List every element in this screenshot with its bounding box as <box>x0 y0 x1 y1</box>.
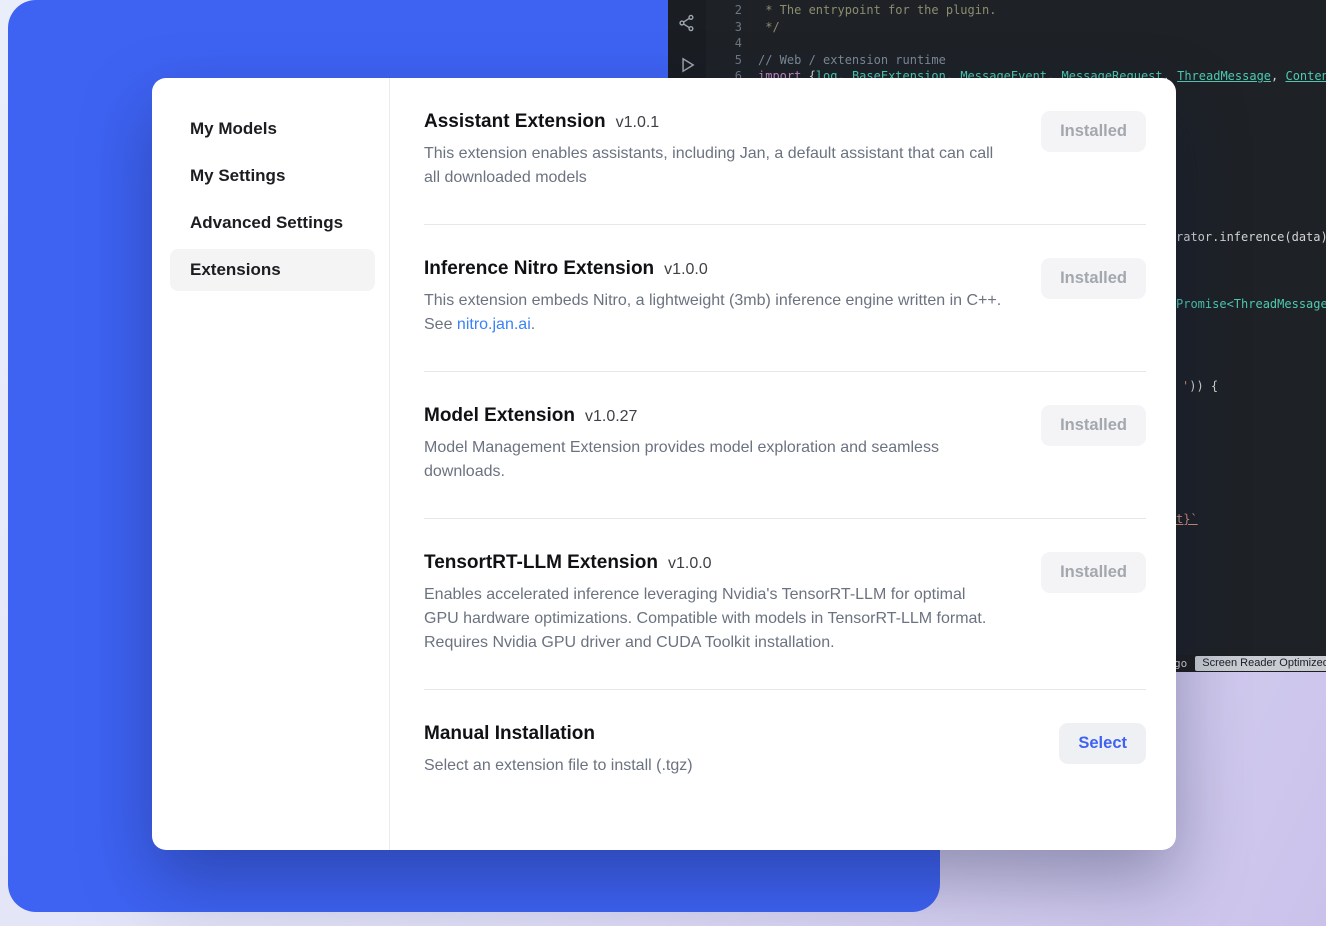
code-fragment: Promise<ThreadMessage> <box>1176 297 1326 311</box>
run-debug-icon[interactable] <box>678 56 696 74</box>
extensions-panel: Assistant Extension v1.0.1 This extensio… <box>390 78 1176 850</box>
sidebar-item-advanced-settings[interactable]: Advanced Settings <box>170 202 375 244</box>
extension-version: v1.0.0 <box>664 261 708 279</box>
settings-sidebar: My Models My Settings Advanced Settings … <box>152 78 390 850</box>
manual-installation-description: Select an extension file to install (.tg… <box>424 754 693 778</box>
code-text: */ <box>758 19 780 36</box>
extension-version: v1.0.0 <box>668 555 712 573</box>
sidebar-item-my-models[interactable]: My Models <box>170 108 375 150</box>
line-number: 2 <box>706 2 742 19</box>
line-number: 5 <box>706 52 742 69</box>
manual-installation-row: Manual Installation Select an extension … <box>424 690 1146 812</box>
sidebar-item-extensions[interactable]: Extensions <box>170 249 375 291</box>
manual-installation-title: Manual Installation <box>424 723 693 745</box>
extension-title: Assistant Extension v1.0.1 <box>424 111 1002 133</box>
extension-title: Inference Nitro Extension v1.0.0 <box>424 258 1002 280</box>
line-number: 4 <box>706 35 742 52</box>
installed-button[interactable]: Installed <box>1041 552 1146 593</box>
installed-button[interactable]: Installed <box>1041 258 1146 299</box>
installed-button[interactable]: Installed <box>1041 405 1146 446</box>
sidebar-item-my-settings[interactable]: My Settings <box>170 155 375 197</box>
extension-title: Model Extension v1.0.27 <box>424 405 1002 427</box>
settings-modal: My Models My Settings Advanced Settings … <box>152 78 1176 850</box>
code-line: 3 */ <box>706 19 1326 36</box>
screen-reader-badge[interactable]: Screen Reader Optimized <box>1195 656 1326 671</box>
code-line: 2 * The entrypoint for the plugin. <box>706 2 1326 19</box>
extension-row-inference-nitro: Inference Nitro Extension v1.0.0 This ex… <box>424 225 1146 372</box>
extension-description: This extension enables assistants, inclu… <box>424 142 1002 190</box>
code-line: 5 // Web / extension runtime <box>706 52 1326 69</box>
code-fragment: ')) { <box>1182 379 1218 393</box>
extension-description: Model Management Extension provides mode… <box>424 436 1002 484</box>
extension-row-assistant: Assistant Extension v1.0.1 This extensio… <box>424 78 1146 225</box>
code-text: // Web / extension runtime <box>758 52 946 69</box>
code-fragment: t}` <box>1176 512 1198 526</box>
code-text: * The entrypoint for the plugin. <box>758 2 996 19</box>
extension-version: v1.0.1 <box>616 114 660 132</box>
code-fragment: rator.inference(data)); <box>1176 230 1326 244</box>
code-line: 4 <box>706 35 1326 52</box>
line-number: 3 <box>706 19 742 36</box>
extension-description: This extension embeds Nitro, a lightweig… <box>424 289 1002 337</box>
extension-title: TensortRT-LLM Extension v1.0.0 <box>424 552 1002 574</box>
extension-version: v1.0.27 <box>585 408 637 426</box>
share-icon[interactable] <box>678 14 696 32</box>
nitro-jan-ai-link[interactable]: nitro.jan.ai <box>457 316 531 333</box>
extension-row-tensorrt-llm: TensortRT-LLM Extension v1.0.0 Enables a… <box>424 519 1146 690</box>
installed-button[interactable]: Installed <box>1041 111 1146 152</box>
extension-row-model: Model Extension v1.0.27 Model Management… <box>424 372 1146 519</box>
code-area: 2 * The entrypoint for the plugin. 3 */ … <box>706 2 1326 85</box>
select-file-button[interactable]: Select <box>1059 723 1146 764</box>
extension-description: Enables accelerated inference leveraging… <box>424 583 1002 655</box>
